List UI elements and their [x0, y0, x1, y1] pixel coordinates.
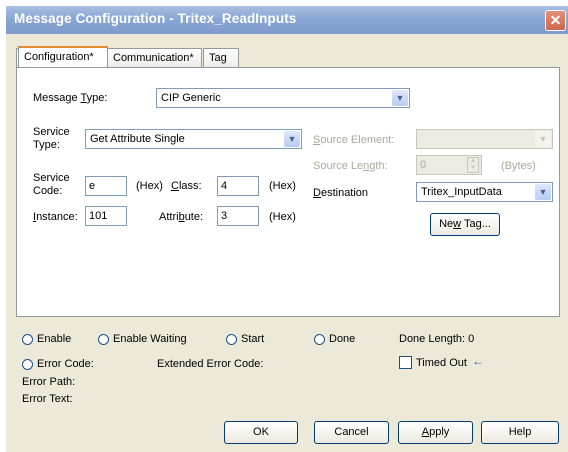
- message-type-select[interactable]: CIP Generic ▼: [156, 88, 410, 108]
- chevron-down-icon[interactable]: ▼: [535, 184, 551, 200]
- service-code-input[interactable]: e: [85, 176, 127, 196]
- service-code-hex-label: (Hex): [136, 180, 163, 192]
- tab-communication[interactable]: Communication*: [107, 48, 202, 68]
- timed-out-label: Timed Out: [416, 357, 467, 369]
- destination-select[interactable]: Tritex_InputData ▼: [416, 182, 553, 202]
- done-radio-icon: [314, 334, 325, 345]
- start-radio-icon: [226, 334, 237, 345]
- error-path-label: Error Path:: [22, 376, 76, 388]
- window-title: Message Configuration - Tritex_ReadInput…: [14, 11, 297, 26]
- source-length-label: Source Length:: [313, 160, 388, 172]
- error-code-radio-icon: [22, 359, 33, 370]
- destination-value: Tritex_InputData: [421, 186, 502, 198]
- done-label: Done: [329, 333, 356, 345]
- attribute-input[interactable]: 3: [217, 206, 259, 226]
- enable-waiting-label: Enable Waiting: [113, 333, 187, 345]
- error-code-label: Error Code:: [37, 358, 94, 370]
- start-label: Start: [241, 333, 265, 345]
- help-button[interactable]: Help: [481, 421, 559, 444]
- bytes-label: (Bytes): [501, 160, 536, 172]
- enable-waiting-radio-icon: [98, 334, 109, 345]
- arrow-left-icon: ←: [472, 354, 484, 368]
- source-length-value: 0: [420, 159, 427, 171]
- close-button[interactable]: ✕: [545, 10, 566, 31]
- tab-communication-label: Communication*: [113, 52, 194, 64]
- done-length-label: Done Length: 0: [399, 333, 475, 345]
- class-hex-label: (Hex): [269, 180, 296, 192]
- timed-out-checkbox[interactable]: [399, 356, 412, 369]
- instance-label: Instance:: [33, 211, 78, 223]
- spinner-icon: ▲ ▼: [467, 157, 479, 173]
- class-label: Class:: [171, 180, 202, 192]
- apply-button[interactable]: Apply: [398, 421, 473, 444]
- enable-label: Enable: [37, 333, 72, 345]
- chevron-down-icon[interactable]: ▼: [392, 90, 408, 106]
- ok-button[interactable]: OK: [224, 421, 298, 444]
- instance-input[interactable]: 101: [85, 206, 127, 226]
- destination-label: Destination: [313, 187, 369, 199]
- chevron-down-icon[interactable]: ▼: [284, 131, 300, 147]
- configuration-panel: Message Type: CIP Generic ▼ Service Type…: [16, 67, 560, 317]
- service-type-label: Service Type:: [33, 126, 70, 151]
- tab-tag[interactable]: Tag: [203, 48, 239, 68]
- tab-tag-label: Tag: [209, 52, 227, 64]
- attribute-label: Attribute:: [159, 211, 204, 223]
- title-bar[interactable]: Message Configuration - Tritex_ReadInput…: [6, 6, 568, 34]
- source-element-select[interactable]: ▼: [416, 129, 553, 149]
- attribute-hex-label: (Hex): [269, 211, 296, 223]
- service-type-value: Get Attribute Single: [90, 133, 185, 145]
- source-element-label: Source Element:: [313, 134, 395, 146]
- message-type-label: Message Type:: [33, 92, 108, 104]
- tab-configuration-label: Configuration*: [24, 51, 94, 63]
- service-code-label: Service Code:: [33, 172, 70, 197]
- enable-radio-icon: [22, 334, 33, 345]
- message-configuration-dialog: Message Configuration - Tritex_ReadInput…: [6, 6, 568, 452]
- service-type-select[interactable]: Get Attribute Single ▼: [85, 129, 302, 149]
- class-input[interactable]: 4: [217, 176, 259, 196]
- chevron-down-icon: ▼: [535, 131, 551, 147]
- tab-configuration[interactable]: Configuration*: [18, 46, 108, 69]
- extended-error-code-label: Extended Error Code:: [157, 358, 264, 370]
- error-text-label: Error Text:: [22, 393, 73, 405]
- message-type-value: CIP Generic: [161, 92, 221, 104]
- cancel-button[interactable]: Cancel: [314, 421, 389, 444]
- source-length-input[interactable]: 0 ▲ ▼: [416, 155, 482, 175]
- new-tag-button[interactable]: New Tag...: [430, 213, 500, 236]
